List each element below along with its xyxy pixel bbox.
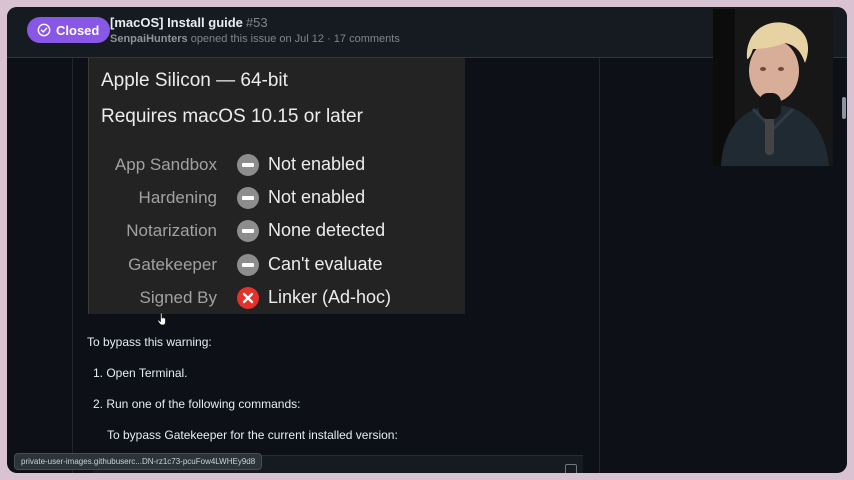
issue-meta-text: opened this issue on Jul 12 · 17 comment… — [187, 33, 400, 45]
security-row-value: Not enabled — [268, 187, 366, 207]
security-row-value: Not enabled — [268, 154, 366, 174]
timeline-divider — [72, 58, 73, 473]
security-row-value: Linker (Ad-hoc) — [268, 287, 392, 307]
scrollbar-thumb[interactable] — [842, 97, 846, 119]
security-row-app-sandbox: App Sandbox Not enabled — [89, 152, 465, 178]
security-row-label: Gatekeeper — [128, 255, 217, 274]
link-preview-tooltip: private-user-images.githubuserc...DN-rz1… — [14, 453, 263, 470]
security-row-label: Signed By — [139, 288, 218, 307]
issue-author-link[interactable]: SenpaiHunters — [110, 33, 188, 45]
sidebar-divider — [599, 58, 600, 473]
webcam-overlay — [713, 9, 833, 166]
requirement-heading: Requires macOS 10.15 or later — [101, 106, 363, 127]
security-row-value: Can't evaluate — [268, 254, 383, 274]
pointer-cursor-icon — [157, 312, 166, 326]
issue-number: #53 — [245, 15, 268, 30]
minus-circle-icon — [237, 187, 259, 209]
issue-title-text: [macOS] Install guide — [110, 15, 243, 30]
security-row-label: App Sandbox — [114, 155, 217, 174]
minus-circle-icon — [237, 154, 259, 176]
architecture-heading: Apple Silicon — 64-bit — [101, 70, 288, 91]
security-row-gatekeeper: Gatekeeper Can't evaluate — [89, 252, 465, 278]
issue-meta: SenpaiHunters opened this issue on Jul 1… — [110, 33, 400, 45]
minus-circle-icon — [237, 220, 259, 242]
security-row-label: Notarization — [126, 221, 217, 240]
status-badge-closed: Closed — [27, 17, 111, 43]
security-row-notarization: Notarization None detected — [89, 218, 465, 244]
status-label: Closed — [56, 22, 100, 38]
webcam-person-image — [713, 9, 833, 166]
security-row-signed-by: Signed By Linker (Ad-hoc) — [89, 285, 465, 311]
step-gatekeeper-subtext: To bypass Gatekeeper for the current ins… — [107, 428, 398, 442]
copy-icon[interactable] — [565, 464, 577, 473]
step-open-terminal: 1. Open Terminal. — [93, 366, 188, 380]
security-row-value: None detected — [268, 220, 386, 240]
minus-circle-icon — [237, 254, 259, 276]
security-info-screenshot: Apple Silicon — 64-bit Requires macOS 10… — [88, 58, 465, 314]
bypass-intro-text: To bypass this warning: — [87, 335, 212, 349]
security-row-hardening: Hardening Not enabled — [89, 185, 465, 211]
check-circle-icon — [37, 23, 51, 37]
issue-title[interactable]: [macOS] Install guide #53 — [110, 15, 268, 30]
x-circle-icon — [237, 287, 259, 309]
step-run-commands: 2. Run one of the following commands: — [93, 397, 301, 411]
security-row-label: Hardening — [138, 188, 217, 207]
